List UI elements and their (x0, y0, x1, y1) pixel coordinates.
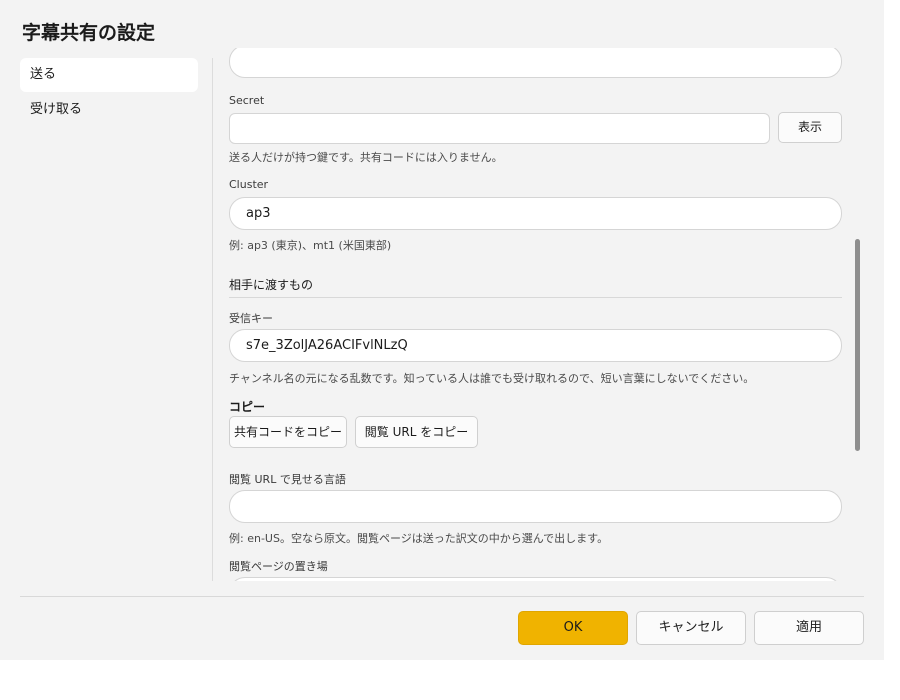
settings-dialog: 字幕共有の設定 送る 受け取る Secret 表示 送る人だけが持つ鍵です。共有… (0, 0, 884, 660)
cancel-button[interactable]: キャンセル (636, 611, 746, 645)
cluster-input[interactable]: ap3 (229, 197, 842, 230)
receive-key-label: 受信キー (229, 312, 273, 325)
content-scrollbar[interactable] (855, 239, 860, 451)
footer-divider (20, 596, 864, 597)
ok-button[interactable]: OK (518, 611, 628, 645)
previous-field[interactable] (229, 48, 842, 78)
view-location-input[interactable] (229, 577, 842, 581)
apply-button[interactable]: 適用 (754, 611, 864, 645)
view-language-label: 閲覧 URL で見せる言語 (229, 473, 346, 486)
dialog-title: 字幕共有の設定 (22, 22, 156, 44)
send-settings-panel[interactable]: Secret 表示 送る人だけが持つ鍵です。共有コードには入りません。 Clus… (213, 48, 863, 581)
receive-key-input[interactable]: s7e_3ZolJA26ACIFvlNLzQ (229, 329, 842, 362)
cluster-hint: 例: ap3 (東京)、mt1 (米国東部) (229, 239, 392, 252)
copy-heading: コピー (229, 400, 266, 414)
view-language-hint: 例: en-US。空なら原文。閲覧ページは送った訳文の中から選んで出します。 (229, 532, 609, 545)
sidebar-item-receive[interactable]: 受け取る (20, 93, 198, 127)
copy-share-code-button[interactable]: 共有コードをコピー (229, 416, 347, 448)
secret-hint: 送る人だけが持つ鍵です。共有コードには入りません。 (229, 151, 503, 164)
show-secret-button[interactable]: 表示 (778, 112, 842, 143)
receive-key-hint: チャンネル名の元になる乱数です。知っている人は誰でも受け取れるので、短い言葉にし… (229, 372, 755, 385)
share-section-title: 相手に渡すもの (229, 278, 314, 292)
section-divider (229, 297, 842, 298)
sidebar-item-send[interactable]: 送る (20, 58, 198, 92)
view-language-input[interactable] (229, 490, 842, 523)
view-location-label: 閲覧ページの置き場 (229, 560, 328, 573)
copy-view-url-button[interactable]: 閲覧 URL をコピー (355, 416, 478, 448)
secret-input[interactable] (229, 113, 770, 144)
cluster-label: Cluster (229, 178, 269, 191)
secret-label: Secret (229, 94, 265, 107)
